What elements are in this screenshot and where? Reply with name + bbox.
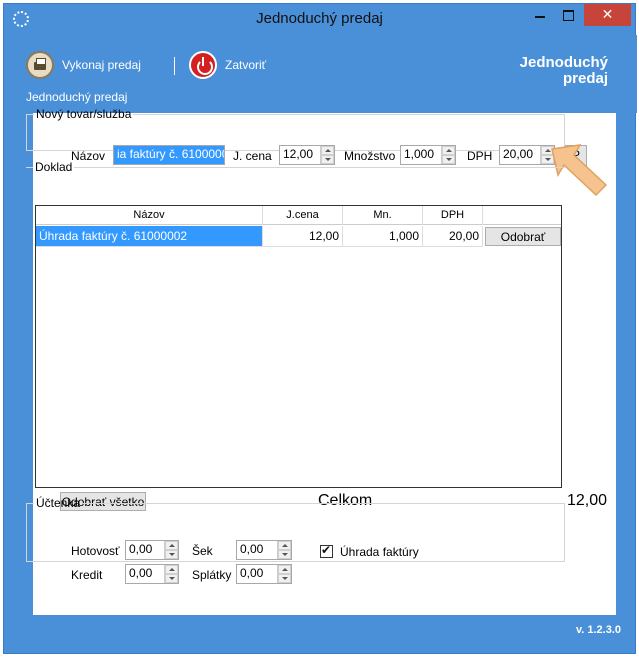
minimize-button[interactable] [527,4,553,26]
cash-down-icon[interactable] [165,550,178,559]
close-window-button[interactable]: ✕ [584,4,631,26]
check-up-icon[interactable] [278,541,291,550]
brand-title: Jednoduchý predaj [488,55,608,87]
receipt-legend: Účtenka [36,496,81,510]
cash-up-icon[interactable] [165,541,178,550]
row-vat-cell[interactable]: 20,00 [423,226,483,247]
brand-line-2: predaj [562,70,608,87]
power-icon [189,51,217,79]
credit-down-icon[interactable] [165,574,178,583]
column-vat[interactable]: DPH [423,206,483,225]
installments-stepper[interactable]: 0,00 [236,564,292,584]
column-quantity[interactable]: Mn. [343,206,423,225]
items-grid[interactable]: Názov J.cena Mn. DPH Úhrada faktúry č. 6… [35,205,562,488]
check-stepper[interactable]: 0,00 [236,540,292,560]
toolbar-subtitle: Jednoduchý predaj [26,90,128,104]
title-bar[interactable]: Jednoduchý predaj ✕ [4,4,635,34]
table-row[interactable]: Úhrada faktúry č. 61000002 12,00 1,000 2… [36,226,561,247]
column-name[interactable]: Názov [36,206,263,225]
credit-label: Kredit [71,568,103,582]
new-item-legend: Nový tovar/služba [36,107,132,121]
price-up-icon[interactable] [321,146,334,155]
quantity-up-icon[interactable] [442,146,455,155]
version-label: v. 1.2.3.0 [575,624,621,636]
app-window: Jednoduchý predaj ✕ Vykonaj predaj Zatvo… [3,3,637,654]
invoice-payment-label[interactable]: Úhrada faktúry [340,545,419,559]
maximize-button[interactable] [555,4,581,26]
row-quantity-cell[interactable]: 1,000 [343,226,423,247]
execute-sale-button[interactable]: Vykonaj predaj [26,51,141,79]
grid-header: Názov J.cena Mn. DPH [36,206,561,225]
total-value: 12,00 [566,492,607,509]
credit-up-icon[interactable] [165,565,178,574]
close-label: Zatvoriť [225,58,267,72]
cash-label: Hotovosť [71,544,120,558]
cash-stepper[interactable]: 0,00 [125,540,179,560]
check-label: Šek [192,544,213,558]
invoice-payment-checkbox[interactable] [320,543,333,558]
remove-row-button[interactable]: Odobrať [485,227,561,246]
installments-down-icon[interactable] [278,574,291,583]
column-action [483,206,561,225]
printer-icon [26,51,54,79]
column-price[interactable]: J.cena [263,206,343,225]
close-button[interactable]: Zatvoriť [189,51,266,79]
toolbar: Vykonaj predaj Zatvoriť Jednoduchý preda… [4,35,637,113]
execute-sale-label: Vykonaj predaj [62,58,141,72]
installments-label: Splátky [192,568,232,582]
document-legend: Doklad [35,160,73,174]
row-price-cell[interactable]: 12,00 [263,226,343,247]
installments-up-icon[interactable] [278,565,291,574]
credit-stepper[interactable]: 0,00 [125,564,179,584]
check-down-icon[interactable] [278,550,291,559]
row-name-cell[interactable]: Úhrada faktúry č. 61000002 [36,226,263,247]
brand-line-1: Jednoduchý [519,54,608,71]
toolbar-separator [174,57,175,75]
